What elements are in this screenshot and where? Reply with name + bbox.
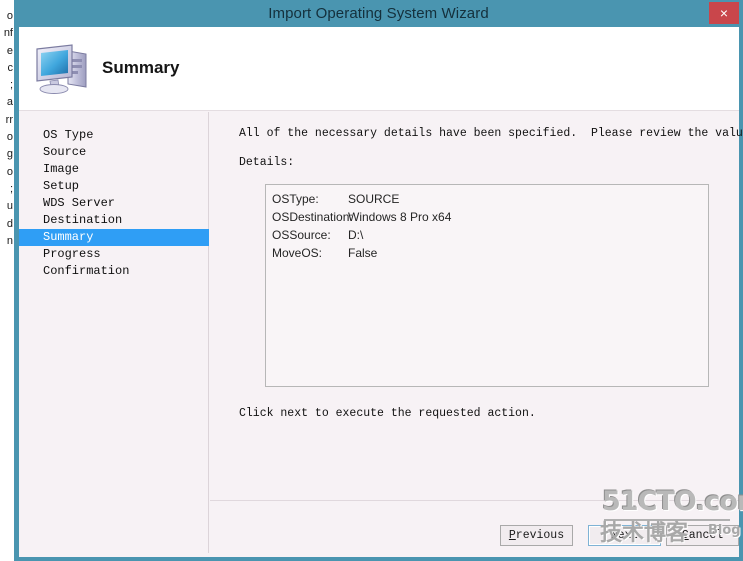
detail-value: D:\ [348,228,364,242]
wizard-step-sidebar: OS Type Source Image Setup WDS Server Destina… [19,112,209,553]
background-window-text: o nf e c; a rr o g o; u d n [3,10,13,247]
wizard-header: Summary [19,27,739,111]
details-list: OSType: SOURCE OSDestination:Windows 8 Pro… [266,185,708,262]
detail-row: OSDestination:Windows 8 Pro x64 [272,208,708,226]
detail-value: SOURCE [348,192,400,206]
sidebar-item-image[interactable]: Image [19,161,209,178]
detail-row: OSSource: D:\ [272,226,708,244]
next-button[interactable]: Next [588,525,661,546]
cancel-button-label-rest: ancel [688,529,724,542]
sidebar-item-destination[interactable]: Destination [19,212,209,229]
background-window-sliver: o nf e c; a rr o g o; u d n [0,0,14,561]
sidebar-item-setup[interactable]: Setup [19,178,209,195]
sidebar-item-source[interactable]: Source [19,144,209,161]
wizard-step-list: OS Type Source Image Setup WDS Server Destina… [19,127,209,280]
sidebar-item-confirmation[interactable]: Confirmation [19,263,209,280]
previous-button-label-rest: revious [515,529,565,542]
detail-key: OSSource: [272,228,331,242]
sidebar-item-os-type[interactable]: OS Type [19,127,209,144]
computer-icon [32,39,94,97]
next-button-label-rest: ext [617,529,639,542]
details-box: OSType: SOURCE OSDestination:Windows 8 Pro… [265,184,709,387]
footer-note: Click next to execute the requested acti… [239,407,536,420]
detail-key: OSType: [272,192,319,206]
main-content: All of the necessary details have been s… [210,112,743,499]
sidebar-item-progress[interactable]: Progress [19,246,209,263]
close-icon[interactable]: × [709,2,739,24]
detail-key: OSDestination: [272,210,353,224]
previous-button[interactable]: Previous [500,525,573,546]
detail-value: False [348,246,378,260]
screenshot-root: o nf e c; a rr o g o; u d n Import Operating System… [0,0,743,561]
sidebar-item-wds-server[interactable]: WDS Server [19,195,209,212]
button-bar: Previous Next Cancel [210,501,739,553]
window-title: Import Operating System Wizard [268,5,489,22]
detail-row: MoveOS: False [272,244,708,262]
detail-key: MoveOS: [272,246,323,260]
title-bar: Import Operating System Wizard × [14,0,743,27]
details-label: Details: [239,156,295,169]
detail-value: Windows 8 Pro x64 [348,210,452,224]
detail-row: OSType: SOURCE [272,190,708,208]
page-title: Summary [102,58,180,77]
cancel-button[interactable]: Cancel [666,525,739,546]
sidebar-item-summary[interactable]: Summary [19,229,209,246]
import-os-wizard-dialog: Import Operating System Wizard × Summary… [14,0,743,561]
intro-text: All of the necessary details have been s… [239,127,743,140]
